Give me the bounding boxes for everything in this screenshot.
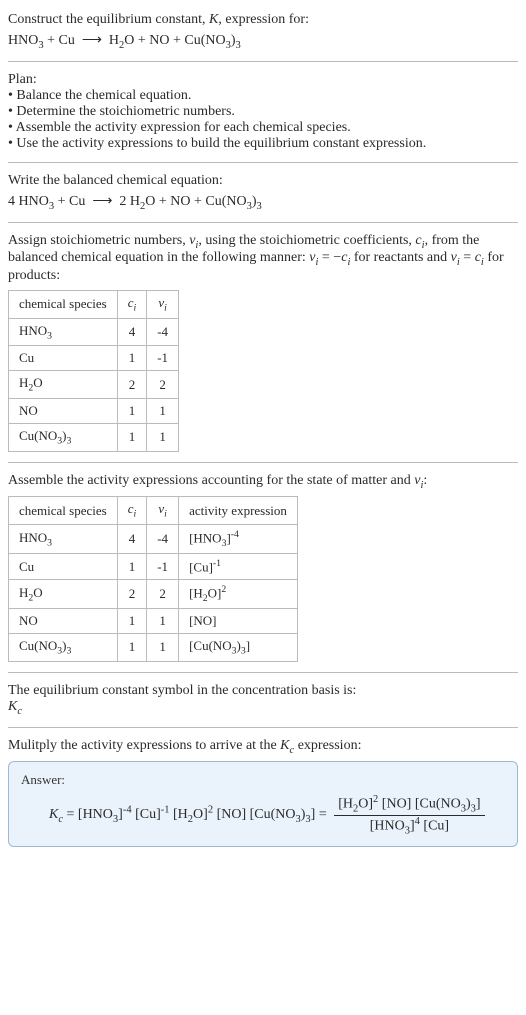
- nu-cell: 1: [147, 398, 179, 423]
- table-row: Cu 1 -1: [9, 346, 179, 371]
- plan-item: • Balance the chemical equation.: [8, 88, 518, 104]
- divider: [8, 672, 518, 673]
- nu-cell: 1: [147, 634, 179, 662]
- c-cell: 1: [117, 398, 147, 423]
- nu-cell: 1: [147, 609, 179, 634]
- activity-table: chemical species ci νi activity expressi…: [8, 496, 298, 661]
- species-cell: NO: [9, 609, 118, 634]
- balanced-reaction: 4 HNO3 + Cu ⟶ 2 H2O + NO + Cu(NO3)3: [8, 193, 518, 212]
- species-cell: Cu: [9, 553, 118, 579]
- plan-item-text: Determine the stoichiometric numbers.: [16, 104, 235, 119]
- plan-item: • Assemble the activity expression for e…: [8, 120, 518, 136]
- table-row: H2O 2 2 [H2O]2: [9, 580, 298, 609]
- answer-box: Answer: Kc = [HNO3]-4 [Cu]-1 [H2O]2 [NO]…: [8, 761, 518, 847]
- table-row: NO 1 1 [NO]: [9, 609, 298, 634]
- c-cell: 1: [117, 346, 147, 371]
- plan-item-text: Assemble the activity expression for eac…: [16, 120, 351, 135]
- prompt-text: Construct the equilibrium constant, K, e…: [8, 12, 309, 27]
- table-header-row: chemical species ci νi: [9, 291, 179, 319]
- answer-label: Answer:: [21, 772, 505, 788]
- table-row: Cu(NO3)3 1 1: [9, 423, 179, 451]
- unbalanced-reaction: HNO3 + Cu ⟶ H2O + NO + Cu(NO3)3: [8, 32, 518, 51]
- c-cell: 1: [117, 423, 147, 451]
- table-header-row: chemical species ci νi activity expressi…: [9, 497, 298, 525]
- balanced-heading: Write the balanced chemical equation:: [8, 173, 518, 189]
- species-cell: H2O: [9, 580, 118, 609]
- table-row: H2O 2 2: [9, 371, 179, 399]
- species-cell: HNO3: [9, 524, 118, 553]
- table-row: HNO3 4 -4: [9, 318, 179, 346]
- c-cell: 2: [117, 371, 147, 399]
- c-cell: 1: [117, 553, 147, 579]
- species-cell: HNO3: [9, 318, 118, 346]
- col-nu: νi: [147, 291, 179, 319]
- col-species: chemical species: [9, 497, 118, 525]
- col-c: ci: [117, 497, 147, 525]
- expr-cell: [Cu(NO3)3]: [179, 634, 298, 662]
- answer-expression: Kc = [HNO3]-4 [Cu]-1 [H2O]2 [NO] [Cu(NO3…: [49, 794, 505, 836]
- expr-cell: [NO]: [179, 609, 298, 634]
- activity-intro: Assemble the activity expressions accoun…: [8, 473, 518, 491]
- expr-cell: [HNO3]-4: [179, 524, 298, 553]
- plan-item-text: Balance the chemical equation.: [16, 88, 191, 103]
- nu-cell: -4: [147, 318, 179, 346]
- table-row: Cu 1 -1 [Cu]-1: [9, 553, 298, 579]
- kc-symbol: Kc: [8, 699, 518, 717]
- species-cell: Cu(NO3)3: [9, 634, 118, 662]
- c-cell: 1: [117, 634, 147, 662]
- nu-cell: 2: [147, 371, 179, 399]
- stoich-intro: Assign stoichiometric numbers, νi, using…: [8, 233, 518, 285]
- divider: [8, 222, 518, 223]
- species-cell: Cu: [9, 346, 118, 371]
- c-cell: 2: [117, 580, 147, 609]
- plan-item: • Determine the stoichiometric numbers.: [8, 104, 518, 120]
- divider: [8, 462, 518, 463]
- species-cell: H2O: [9, 371, 118, 399]
- nu-cell: -1: [147, 346, 179, 371]
- nu-cell: -4: [147, 524, 179, 553]
- c-cell: 4: [117, 318, 147, 346]
- basis-line: The equilibrium constant symbol in the c…: [8, 683, 518, 699]
- divider: [8, 162, 518, 163]
- table-row: NO 1 1: [9, 398, 179, 423]
- col-expr: activity expression: [179, 497, 298, 525]
- plan-heading: Plan:: [8, 72, 518, 88]
- nu-cell: 1: [147, 423, 179, 451]
- divider: [8, 727, 518, 728]
- c-cell: 4: [117, 524, 147, 553]
- stoich-table: chemical species ci νi HNO3 4 -4 Cu 1 -1…: [8, 290, 179, 451]
- plan-item: • Use the activity expressions to build …: [8, 136, 518, 152]
- col-species: chemical species: [9, 291, 118, 319]
- plan-item-text: Use the activity expressions to build th…: [16, 136, 426, 151]
- col-c: ci: [117, 291, 147, 319]
- species-cell: NO: [9, 398, 118, 423]
- col-nu: νi: [147, 497, 179, 525]
- expr-cell: [H2O]2: [179, 580, 298, 609]
- species-cell: Cu(NO3)3: [9, 423, 118, 451]
- c-cell: 1: [117, 609, 147, 634]
- expr-cell: [Cu]-1: [179, 553, 298, 579]
- prompt-line1: Construct the equilibrium constant, K, e…: [8, 12, 518, 28]
- table-row: Cu(NO3)3 1 1 [Cu(NO3)3]: [9, 634, 298, 662]
- nu-cell: 2: [147, 580, 179, 609]
- divider: [8, 61, 518, 62]
- nu-cell: -1: [147, 553, 179, 579]
- table-row: HNO3 4 -4 [HNO3]-4: [9, 524, 298, 553]
- multiply-line: Mulitply the activity expressions to arr…: [8, 738, 518, 756]
